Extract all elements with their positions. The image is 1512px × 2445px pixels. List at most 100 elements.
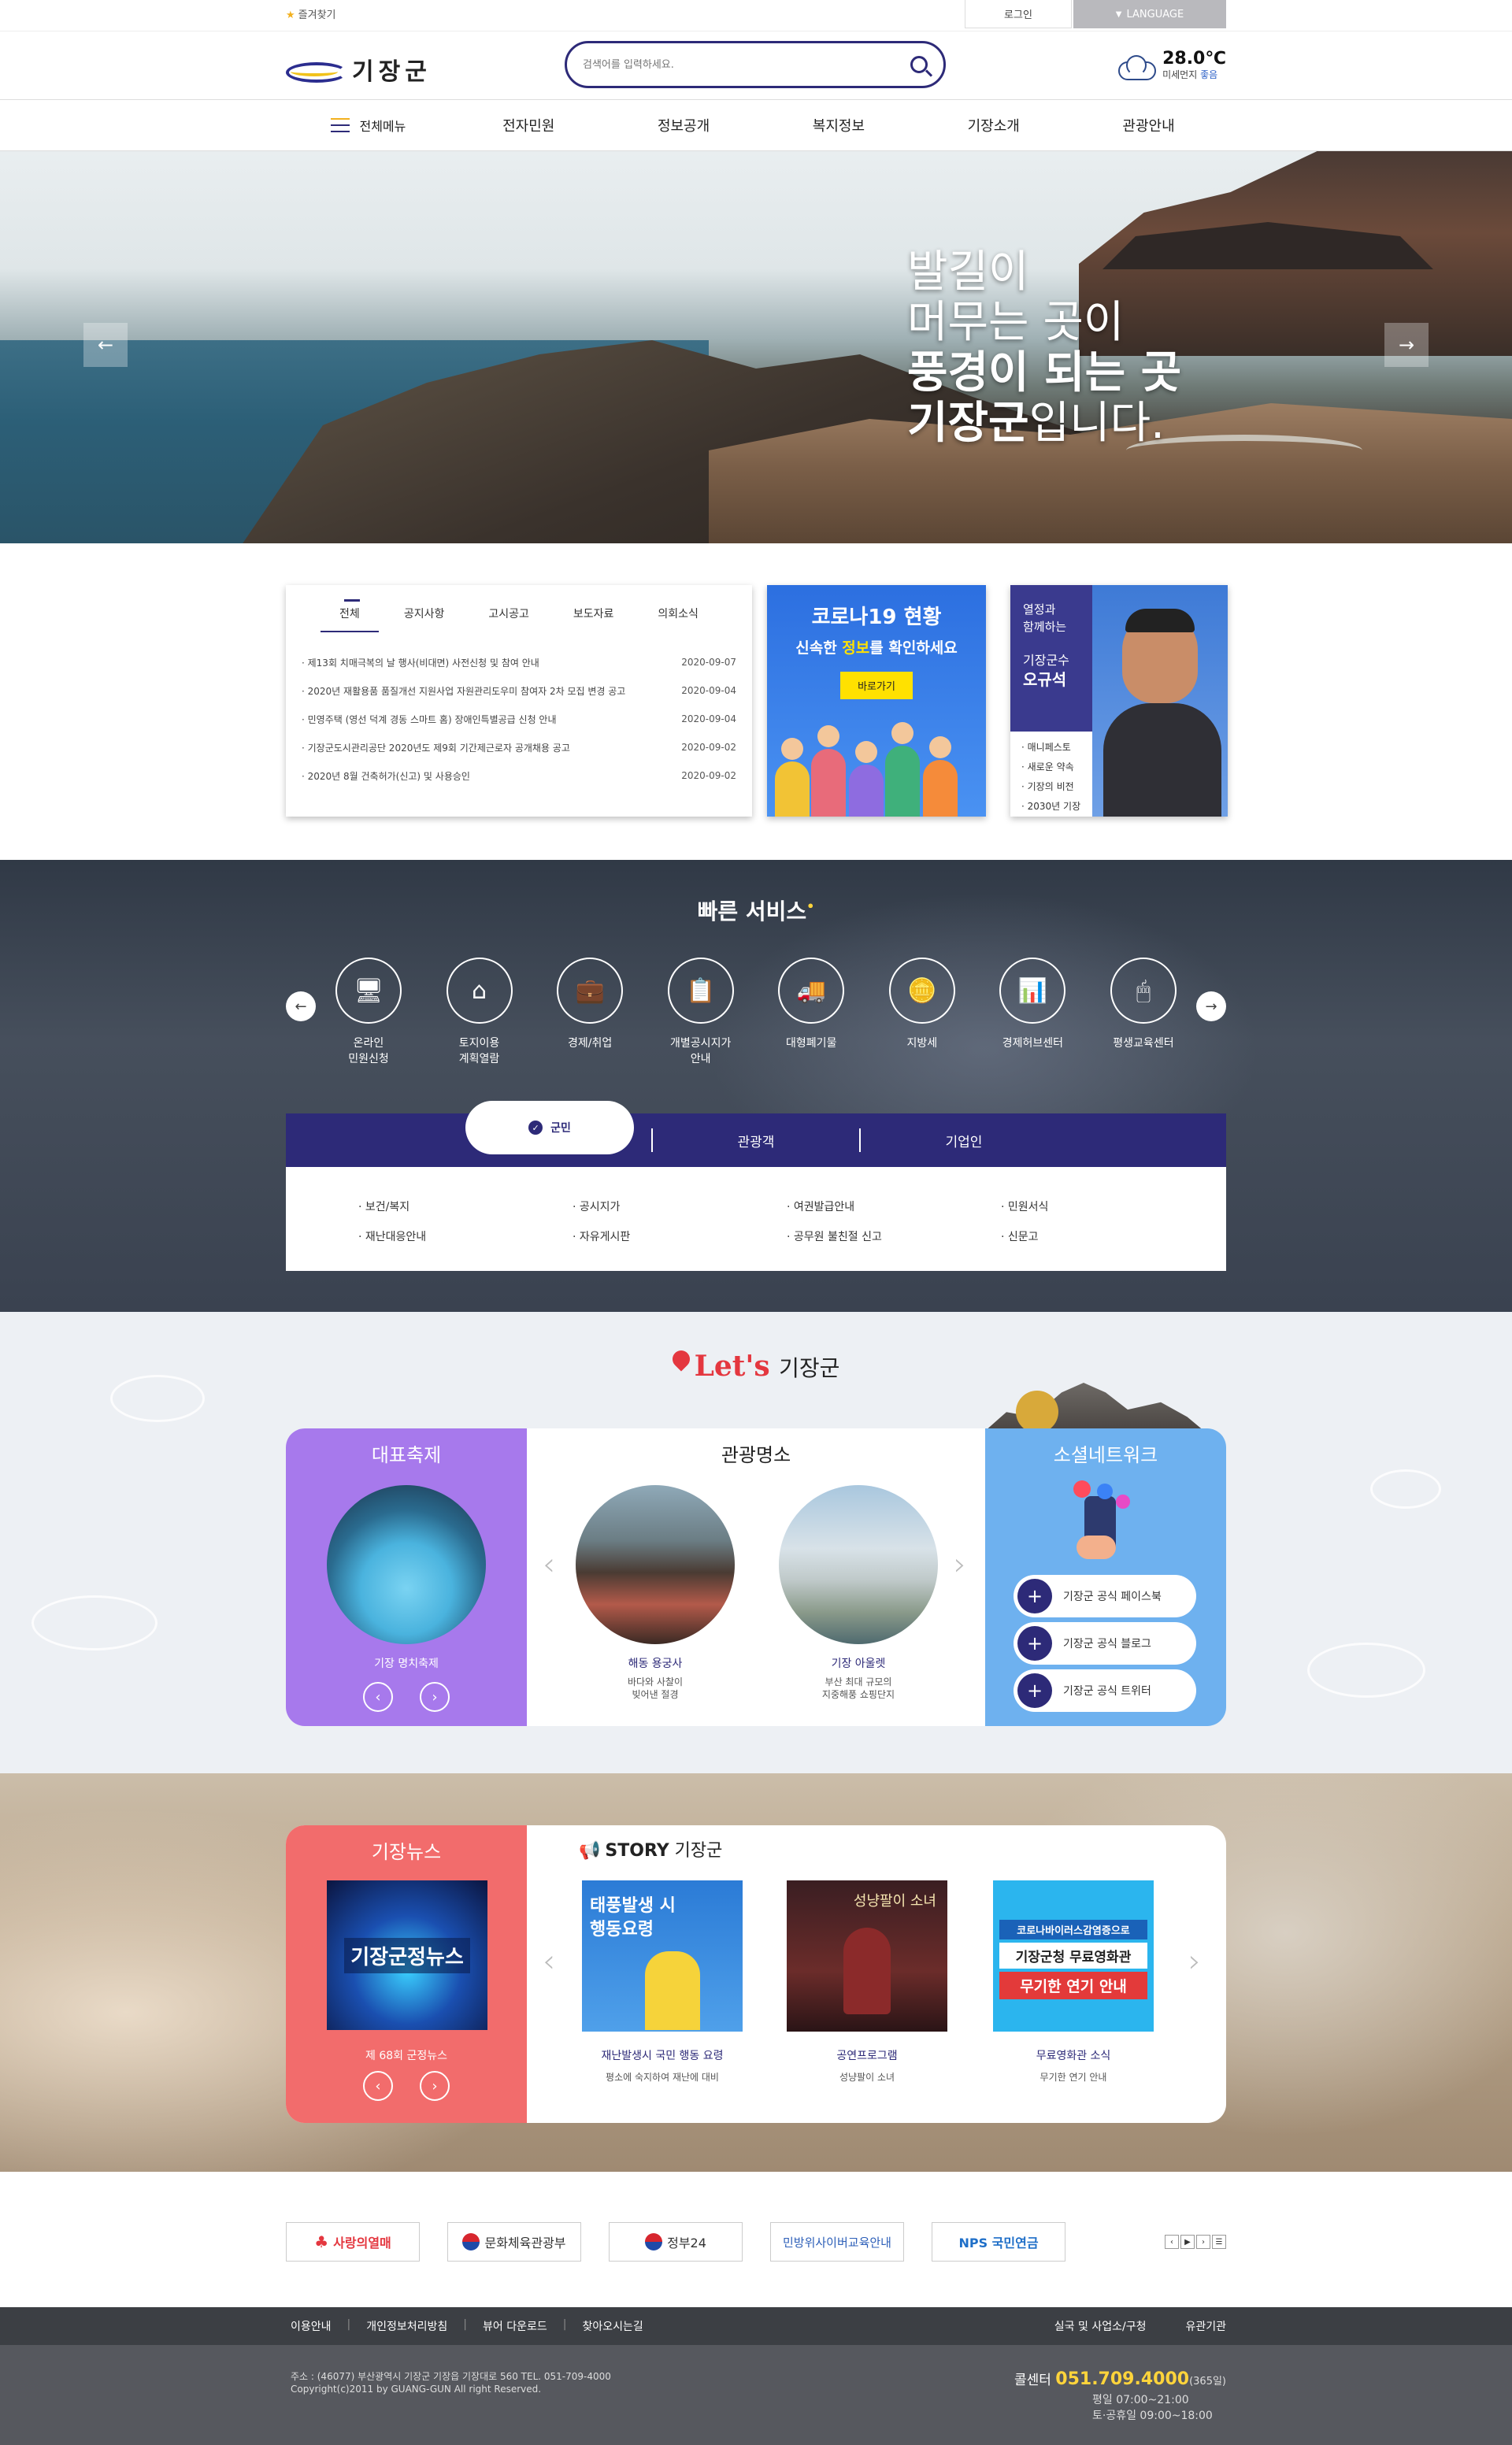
tab-tourists[interactable]: 관광객 [653,1131,859,1150]
footer-info: 주소 : (46077) 부산광역시 기장군 기장읍 기장대로 560 TEL.… [0,2345,1512,2445]
quick-next-arrow-icon[interactable]: → [1196,991,1226,1021]
banner-civil-defense[interactable]: 민방위사이버교육안내 [770,2222,904,2262]
story-title-cinema[interactable]: 무료영화관 소식 [993,2047,1154,2063]
mayor-menu-vision[interactable]: · 기장의 비전 [1021,777,1092,797]
link-land-price[interactable]: · 공시지가 [573,1198,787,1214]
mayor-menu-manifesto[interactable]: · 매니페스토 [1021,738,1092,758]
quick-prev-arrow-icon[interactable]: ← [286,991,316,1021]
festival-next-icon[interactable]: › [420,1682,450,1712]
sns-facebook-link[interactable]: + 기장군 공식 페이스북 [1014,1575,1196,1617]
search-icon[interactable] [910,56,928,73]
nav-item-disclosure[interactable]: 정보공개 [606,115,762,135]
hero-next-arrow-icon[interactable]: → [1384,323,1429,367]
related-banners: ♣ 사랑의열매 문화체육관광부 정부24 민방위사이버교육안내 NPS 국민연금 … [0,2172,1512,2307]
covid-go-button[interactable]: 바로가기 [840,672,913,699]
tab-notices[interactable]: 공지사항 [404,606,445,621]
footer-link-directions[interactable]: 찾아오시는길 [566,2318,658,2334]
quick-item-large-waste[interactable]: 🚚 대형폐기물 [760,958,862,1066]
story-thumb-typhoon[interactable]: 태풍발생 시 행동요령 [582,1880,743,2032]
banner-gov24[interactable]: 정부24 [609,2222,743,2262]
story-title-play[interactable]: 공연프로그램 [787,2047,947,2063]
story-next-chevron-icon[interactable]: › [1188,1943,1201,1980]
news-prev-icon[interactable]: ‹ [363,2071,393,2101]
quick-item-land-price[interactable]: 📋 개별공시지가 안내 [650,958,752,1066]
banner-controls: ‹ ▶ › ☰ [1165,2235,1226,2249]
link-health-welfare[interactable]: · 보건/복지 [358,1198,573,1214]
banner-next-icon[interactable]: › [1196,2235,1210,2249]
festival-photo[interactable] [327,1485,486,1644]
footer-link-guide[interactable]: 이용안내 [291,2318,347,2334]
link-disaster[interactable]: · 재난대응안내 [358,1228,573,1244]
tab-residents[interactable]: ✓ 군민 [465,1101,634,1154]
link-free-board[interactable]: · 자유게시판 [573,1228,787,1244]
story-thumb-cinema[interactable]: 코로나바이러스감염증으로 기장군청 무료영화관 무기한 연기 안내 [993,1880,1154,2032]
list-item[interactable]: · 기장군도시관리공단 2020년도 제9회 기간제근로자 공개채용 공고 202… [302,733,736,761]
festival-caption[interactable]: 기장 명치축제 [286,1655,527,1671]
story-thumb-play[interactable]: 성냥팔이 소녀 [787,1880,947,2032]
banner-mcst[interactable]: 문화체육관광부 [447,2222,581,2262]
quick-item-local-tax[interactable]: 🪙 지방세 [871,958,973,1066]
tour-name-outlet[interactable]: 기장 아울렛 [779,1655,938,1671]
quick-item-economy-jobs[interactable]: 💼 경제/취업 [539,958,641,1066]
banner-prev-icon[interactable]: ‹ [1165,2235,1179,2249]
site-logo[interactable]: 기장군 [286,52,432,87]
banner-play-icon[interactable]: ▶ [1180,2235,1195,2249]
nav-item-about[interactable]: 기장소개 [916,115,1071,135]
login-button[interactable]: 로그인 [965,0,1072,28]
story-prev-chevron-icon[interactable]: ‹ [543,1943,555,1980]
footer-agencies-select[interactable]: 유관기관 [1185,2318,1226,2334]
tab-council[interactable]: 의회소식 [658,606,699,621]
hero-prev-arrow-icon[interactable]: ← [83,323,128,367]
banner-list-icon[interactable]: ☰ [1212,2235,1226,2249]
sns-panel: 소셜네트워크 + 기장군 공식 페이스북 + 기장군 공식 블로그 + 기장군 공식 … [985,1428,1226,1726]
list-item[interactable]: · 2020년 8월 건축허가(신고) 및 사용승인 2020-09-02 [302,761,736,790]
mayor-banner[interactable]: 열정과 함께하는 기장군수 오규석 · 매니페스토 · 새로운 약속 · 기장의 비… [1010,585,1228,817]
fruit-icon: ♣ [314,2232,329,2251]
tab-announcements[interactable]: 고시공고 [488,606,529,621]
tab-all[interactable]: 전체 [321,599,379,632]
link-unkind-report[interactable]: · 공무원 불친절 신고 [787,1228,1001,1244]
mayor-menu-2030[interactable]: · 2030년 기장 [1021,797,1092,817]
footer-dept-select[interactable]: 실국 및 사업소/구청 [1054,2318,1147,2334]
story-title: 📢 STORY 기장군 [579,1841,723,1861]
banner-love-fruit[interactable]: ♣ 사랑의열매 [286,2222,420,2262]
sns-twitter-link[interactable]: + 기장군 공식 트위터 [1014,1669,1196,1712]
link-forms[interactable]: · 민원서식 [1001,1198,1215,1214]
tour-prev-chevron-icon[interactable]: ‹ [543,1547,555,1583]
sns-blog-link[interactable]: + 기장군 공식 블로그 [1014,1622,1196,1665]
story-title-typhoon[interactable]: 재난발생시 국민 행동 요령 [582,2047,743,2063]
tab-press[interactable]: 보도자료 [573,606,614,621]
quick-item-lifelong-edu[interactable]: 🖱 평생교육센터 [1092,958,1195,1066]
taegeuk-icon [645,2233,663,2251]
nav-item-tourism[interactable]: 관광안내 [1071,115,1226,135]
all-menu-button[interactable]: 전체메뉴 [286,116,451,135]
tour-photo-yonggungsa[interactable] [576,1485,735,1644]
footer-link-privacy[interactable]: 개인정보처리방침 [350,2318,463,2334]
tour-name-yonggungsa[interactable]: 해동 용궁사 [576,1655,735,1671]
news-thumbnail[interactable]: 기장군정뉴스 [327,1880,487,2030]
gijang-news-panel: 기장뉴스 기장군정뉴스 제 68회 군정뉴스 ‹ › [286,1825,527,2123]
list-item[interactable]: · 민영주택 (영선 덕계 경동 스마트 홈) 장애인특별공급 신청 안내 202… [302,705,736,733]
news-next-icon[interactable]: › [420,2071,450,2101]
nav-item-civil[interactable]: 전자민원 [451,115,606,135]
tour-photo-outlet[interactable] [779,1485,938,1644]
favorites-link[interactable]: ★ 즐겨찾기 [286,6,336,21]
tab-business[interactable]: 기업인 [861,1131,1067,1150]
footer-link-viewer[interactable]: 뷰어 다운로드 [467,2318,563,2334]
quick-item-online-petition[interactable]: 🖥 온라인 민원신청 [317,958,420,1066]
festival-prev-icon[interactable]: ‹ [363,1682,393,1712]
link-sinmungo[interactable]: · 신문고 [1001,1228,1215,1244]
banner-nps[interactable]: NPS 국민연금 [932,2222,1065,2262]
list-item[interactable]: · 2020년 재활용품 품질개선 지원사업 자원관리도우미 참여자 2차 모집… [302,676,736,705]
list-item[interactable]: · 제13회 치매극복의 날 행사(비대면) 사전신청 및 참여 안내 2020-… [302,648,736,676]
covid-banner[interactable]: 코로나19 현황 신속한 정보를 확인하세요 바로가기 [767,585,986,817]
link-passport[interactable]: · 여권발급안내 [787,1198,1001,1214]
quick-item-economy-hub[interactable]: 📊 경제허브센터 [981,958,1084,1066]
mayor-menu-promise[interactable]: · 새로운 약속 [1021,758,1092,777]
tour-next-chevron-icon[interactable]: › [954,1547,966,1583]
nav-item-welfare[interactable]: 복지정보 [761,115,916,135]
search-input[interactable] [583,58,910,71]
news-caption[interactable]: 제 68회 군정뉴스 [286,2047,527,2063]
language-button[interactable]: ▼ LANGUAGE [1073,0,1226,28]
quick-item-land-use[interactable]: ⌂ 토지이용 계획열람 [428,958,531,1066]
